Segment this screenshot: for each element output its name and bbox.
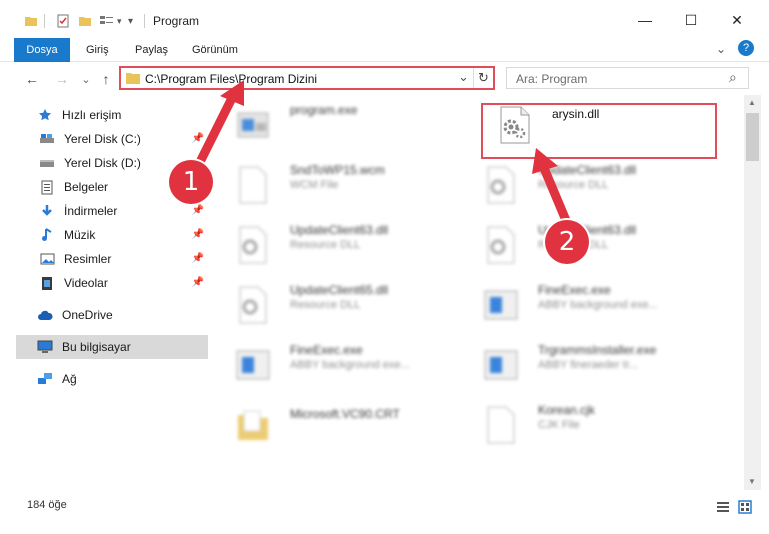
annotation-marker-1: 1	[169, 160, 213, 204]
annotation-arrows	[195, 80, 575, 235]
annotation-marker-2: 2	[545, 220, 589, 264]
arrow-1-shaft	[195, 93, 237, 167]
